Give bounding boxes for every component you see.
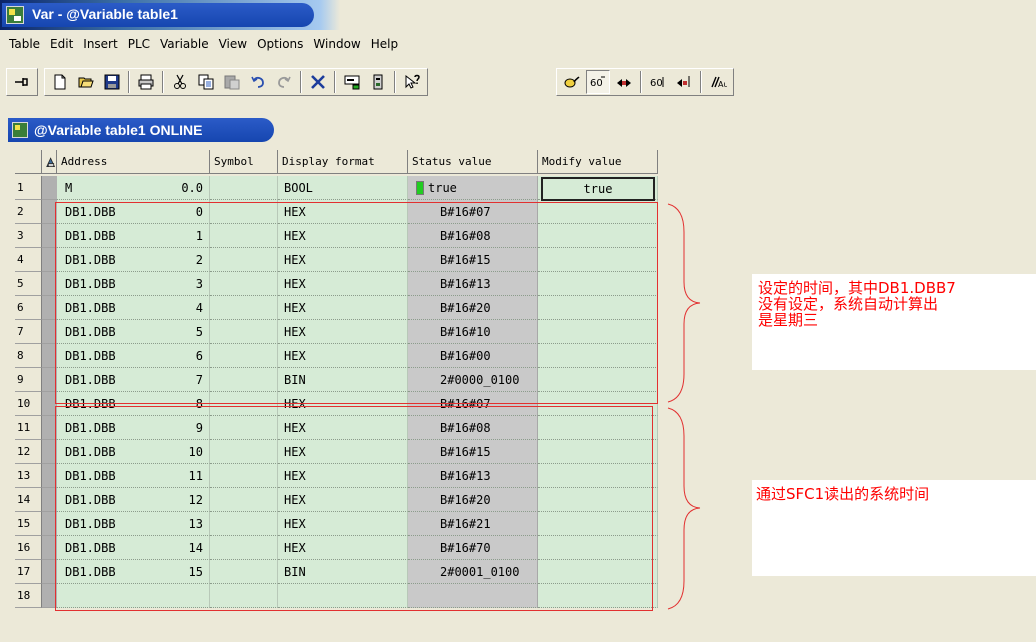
copy-icon[interactable] xyxy=(194,70,218,94)
row-number[interactable]: 17 xyxy=(15,560,42,584)
row-number[interactable]: 14 xyxy=(15,488,42,512)
address-operand: M xyxy=(65,180,73,195)
row-number[interactable]: 3 xyxy=(15,224,42,248)
menu-plc[interactable]: PLC xyxy=(123,37,155,51)
status-value-cell: true xyxy=(408,176,538,200)
grid-corner xyxy=(15,150,42,174)
svg-text:60: 60 xyxy=(650,78,663,89)
svg-text:60: 60 xyxy=(590,78,603,89)
monitor-variable-icon[interactable] xyxy=(560,70,584,94)
row-number[interactable]: 2 xyxy=(15,200,42,224)
column-header-symbol[interactable]: Symbol xyxy=(210,150,278,174)
symbol-cell[interactable] xyxy=(210,176,278,200)
simatic-app-icon[interactable] xyxy=(6,6,24,24)
row-number[interactable]: 8 xyxy=(15,344,42,368)
modify-variable-icon[interactable] xyxy=(612,70,636,94)
window-title: Var - @Variable table1 xyxy=(32,6,178,22)
row-number[interactable]: 15 xyxy=(15,512,42,536)
brace-set-time xyxy=(667,203,701,403)
delete-icon[interactable] xyxy=(306,70,330,94)
annotation-box-system-time xyxy=(55,406,653,611)
column-header-status-value[interactable]: Status value xyxy=(408,150,538,174)
toolbar-separator xyxy=(162,71,164,93)
activate-modify-icon[interactable] xyxy=(672,70,696,94)
row-number[interactable]: 6 xyxy=(15,296,42,320)
annotation-line: 通过SFC1读出的系统时间 xyxy=(756,485,930,503)
menu-variable[interactable]: Variable xyxy=(155,37,214,51)
redo-icon[interactable] xyxy=(272,70,296,94)
address-cell[interactable]: M 0.0 xyxy=(57,176,210,200)
annotation-box-set-time xyxy=(55,202,658,404)
menu-bar: Table Edit Insert PLC Variable View Opti… xyxy=(0,30,1036,58)
child-window-title-bar: @Variable table1 ONLINE xyxy=(8,118,274,142)
row-number[interactable]: 16 xyxy=(15,536,42,560)
accessible-node-icon[interactable] xyxy=(366,70,390,94)
display-format-cell[interactable]: BOOL xyxy=(278,176,408,200)
annotation-line: 设定的时间，其中DB1.DBB7 xyxy=(758,279,956,297)
pin-icon[interactable] xyxy=(10,70,34,94)
open-icon[interactable] xyxy=(74,70,98,94)
table-header-icon xyxy=(42,150,57,174)
modify-value-input[interactable]: true xyxy=(541,177,655,201)
cut-icon[interactable] xyxy=(168,70,192,94)
column-header-display-format[interactable]: Display format xyxy=(278,150,408,174)
toolbar-group-pin xyxy=(6,68,38,96)
annotation-text-system-time: 通过SFC1读出的系统时间 xyxy=(756,486,929,502)
menu-help[interactable]: Help xyxy=(366,37,403,51)
row-number[interactable]: 18 xyxy=(15,584,42,608)
menu-window[interactable]: Window xyxy=(308,37,365,51)
row-number[interactable]: 4 xyxy=(15,248,42,272)
window-title-bar: Var - @Variable table1 xyxy=(0,0,1036,30)
undo-icon[interactable] xyxy=(246,70,270,94)
toolbar-separator xyxy=(700,71,702,93)
status-led-icon xyxy=(416,180,424,195)
update-values-icon[interactable]: 60 xyxy=(646,70,670,94)
address-offset: 0.0 xyxy=(181,180,203,195)
toolbar-separator xyxy=(394,71,396,93)
row-number[interactable]: 9 xyxy=(15,368,42,392)
brace-system-time xyxy=(667,407,701,610)
monitor-variable-pressed-icon[interactable]: 60 xyxy=(586,70,610,94)
monitor-icon[interactable] xyxy=(340,70,364,94)
menu-options[interactable]: Options xyxy=(252,37,308,51)
help-pointer-icon[interactable] xyxy=(400,70,424,94)
toolbar-group-monitor: 60 60 Au xyxy=(556,68,734,96)
row-number[interactable]: 11 xyxy=(15,416,42,440)
toolbar-group-file xyxy=(44,68,428,96)
row-selector[interactable] xyxy=(42,176,57,200)
print-icon[interactable] xyxy=(134,70,158,94)
row-number[interactable]: 12 xyxy=(15,440,42,464)
column-header-modify-value[interactable]: Modify value xyxy=(538,150,658,174)
annotation-line: 是星期三 xyxy=(758,311,819,329)
menu-table[interactable]: Table xyxy=(4,37,45,51)
column-header-address[interactable]: Address xyxy=(57,150,210,174)
toolbar-separator xyxy=(128,71,130,93)
row-number[interactable]: 5 xyxy=(15,272,42,296)
menu-insert[interactable]: Insert xyxy=(78,37,122,51)
row-number[interactable]: 1 xyxy=(15,176,42,200)
menu-edit[interactable]: Edit xyxy=(45,37,78,51)
child-window-title: @Variable table1 ONLINE xyxy=(34,122,203,138)
toolbar-separator xyxy=(334,71,336,93)
save-icon[interactable] xyxy=(100,70,124,94)
enable-peripheral-icon[interactable]: Au xyxy=(706,70,730,94)
paste-icon[interactable] xyxy=(220,70,244,94)
toolbar-separator xyxy=(640,71,642,93)
status-text: true xyxy=(428,180,457,195)
row-number[interactable]: 10 xyxy=(15,392,42,416)
toolbar-separator xyxy=(300,71,302,93)
row-number[interactable]: 13 xyxy=(15,464,42,488)
annotation-line: 没有设定，系统自动计算出 xyxy=(758,295,939,313)
svg-text:Au: Au xyxy=(718,80,727,89)
annotation-text-set-time: 设定的时间，其中DB1.DBB7 没有设定，系统自动计算出 是星期三 xyxy=(758,280,956,328)
row-number[interactable]: 7 xyxy=(15,320,42,344)
menu-view[interactable]: View xyxy=(214,37,252,51)
toolbar: 60 60 Au xyxy=(0,62,1036,102)
simatic-table-icon xyxy=(12,122,28,138)
new-icon[interactable] xyxy=(48,70,72,94)
